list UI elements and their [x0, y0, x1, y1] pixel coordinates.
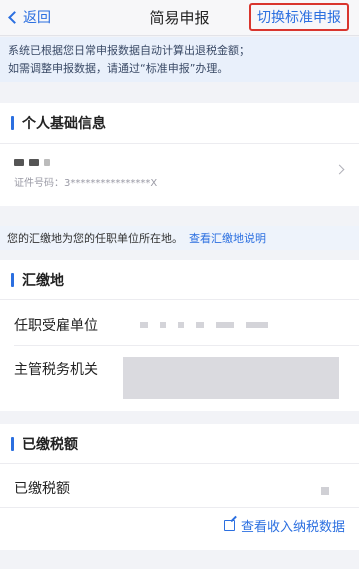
masked-tax-amount [321, 487, 329, 495]
back-button[interactable]: 返回 [8, 7, 51, 27]
payment-location-notice: 您的汇缴地为您的任职单位所在地。 查看汇缴地说明 [0, 226, 359, 250]
personal-info-row[interactable]: 证件号码：3****************X [0, 144, 359, 206]
section-title: 个人基础信息 [22, 116, 106, 132]
section-accent-bar [11, 273, 14, 287]
masked-tax-authority [123, 357, 339, 399]
notice-banner: 系统已根据您日常申报数据自动计算出退税金额； 如需调整申报数据，请通过“标准申报… [0, 37, 359, 82]
notice-line-1: 系统已根据您日常申报数据自动计算出退税金额； [8, 44, 250, 57]
back-label: 返回 [23, 10, 51, 26]
switch-standard-declaration-button[interactable]: 切换标准申报 [249, 3, 349, 31]
tax-paid-label: 已缴税额 [14, 481, 70, 497]
view-income-tax-data-link[interactable]: 查看收入纳税数据 [223, 516, 345, 535]
navigation-bar: 返回 简易申报 切换标准申报 [0, 0, 359, 36]
section-header-personal-info: 个人基础信息 [0, 103, 359, 143]
edit-icon [223, 520, 235, 531]
view-income-tax-data-label: 查看收入纳税数据 [240, 520, 345, 535]
masked-employer-name [140, 322, 268, 328]
id-number: 证件号码：3****************X [14, 174, 157, 189]
notice-line-2: 如需调整申报数据，请通过“标准申报”办理。 [8, 62, 229, 75]
section-accent-bar [11, 437, 14, 451]
id-label: 证件号码： [14, 178, 64, 189]
chevron-left-icon [8, 11, 21, 24]
tax-authority-label: 主管税务机关 [14, 362, 98, 378]
section-header-payment-location: 汇缴地 [0, 260, 359, 300]
section-accent-bar [11, 116, 14, 130]
employer-label: 任职受雇单位 [14, 318, 98, 334]
section-title: 已缴税额 [22, 437, 78, 453]
id-value: 3****************X [64, 178, 158, 189]
masked-name [14, 159, 50, 166]
section-header-tax-paid: 已缴税额 [0, 424, 359, 464]
payment-location-explanation-link[interactable]: 查看汇缴地说明 [189, 230, 266, 246]
divider [14, 345, 359, 346]
divider [0, 507, 359, 508]
payment-location-text: 您的汇缴地为您的任职单位所在地。 [7, 232, 183, 245]
section-title: 汇缴地 [22, 273, 64, 289]
chevron-right-icon [334, 164, 345, 175]
